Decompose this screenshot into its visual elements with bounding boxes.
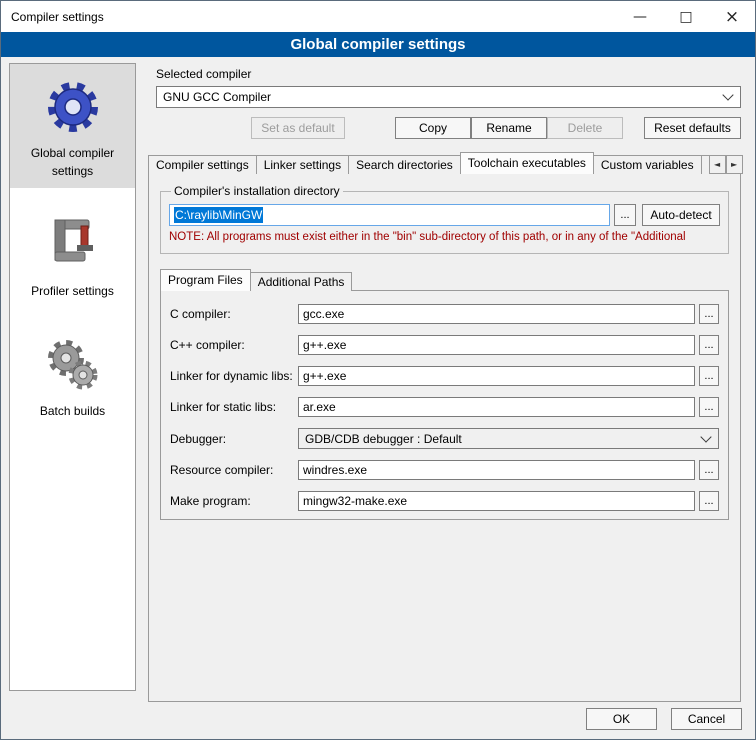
clamp-icon <box>41 212 105 276</box>
tab-scroll-left-icon[interactable]: ◄ <box>709 155 726 174</box>
dynamic-linker-label: Linker for dynamic libs: <box>170 369 298 383</box>
make-program-row: Make program: ... <box>170 491 719 511</box>
sidebar-item-profiler-settings[interactable]: Profiler settings <box>10 202 135 308</box>
static-linker-row: Linker for static libs: ... <box>170 397 719 417</box>
tab-compiler-settings[interactable]: Compiler settings <box>148 155 257 174</box>
tab-additional-paths[interactable]: Additional Paths <box>250 272 353 291</box>
rename-button[interactable]: Rename <box>471 117 547 139</box>
debugger-dropdown[interactable]: GDB/CDB debugger : Default <box>298 428 719 449</box>
program-files-panel: C compiler: ... C++ compiler: ... Linker… <box>160 290 729 520</box>
auto-detect-button[interactable]: Auto-detect <box>642 204 720 226</box>
cpp-compiler-input[interactable] <box>298 335 695 355</box>
tab-search-directories[interactable]: Search directories <box>348 155 461 174</box>
resource-compiler-row: Resource compiler: ... <box>170 460 719 480</box>
tab-scroll-right-icon[interactable]: ► <box>726 155 743 174</box>
install-dir-selected-text: C:\raylib\MinGW <box>174 207 263 223</box>
cpp-compiler-browse-button[interactable]: ... <box>699 335 719 355</box>
compiler-settings-window: Compiler settings — □ × Global compiler … <box>0 0 756 740</box>
dynamic-linker-input[interactable] <box>298 366 695 386</box>
resource-compiler-browse-button[interactable]: ... <box>699 460 719 480</box>
debugger-row: Debugger: GDB/CDB debugger : Default <box>170 428 719 449</box>
static-linker-browse-button[interactable]: ... <box>699 397 719 417</box>
delete-button[interactable]: Delete <box>547 117 623 139</box>
tab-custom-variables[interactable]: Custom variables <box>593 155 702 174</box>
static-linker-label: Linker for static libs: <box>170 400 298 414</box>
dialog-footer: OK Cancel <box>586 708 742 730</box>
toolchain-executables-panel: Compiler's installation directory C:\ray… <box>148 173 741 702</box>
resource-compiler-label: Resource compiler: <box>170 463 298 477</box>
debugger-value: GDB/CDB debugger : Default <box>305 432 698 446</box>
dynamic-linker-row: Linker for dynamic libs: ... <box>170 366 719 386</box>
make-program-browse-button[interactable]: ... <box>699 491 719 511</box>
tab-scroll-buttons: ◄ ► <box>709 155 743 174</box>
selected-compiler-label: Selected compiler <box>156 67 749 81</box>
sidebar-item-label: Global compiler settings <box>31 146 114 178</box>
dialog-body: Global compiler settings Profiler settin… <box>1 57 755 739</box>
window-title: Compiler settings <box>1 10 617 24</box>
c-compiler-input[interactable] <box>298 304 695 324</box>
reset-defaults-button[interactable]: Reset defaults <box>644 117 741 139</box>
settings-tabstrip: Compiler settings Linker settings Search… <box>148 152 741 174</box>
chevron-down-icon <box>722 89 733 100</box>
set-as-default-button[interactable]: Set as default <box>251 117 345 139</box>
debugger-label: Debugger: <box>170 432 298 446</box>
c-compiler-label: C compiler: <box>170 307 298 321</box>
maximize-icon[interactable]: □ <box>663 1 709 32</box>
resource-compiler-input[interactable] <box>298 460 695 480</box>
cpp-compiler-label: C++ compiler: <box>170 338 298 352</box>
sidebar-item-batch-builds[interactable]: Batch builds <box>10 322 135 428</box>
c-compiler-browse-button[interactable]: ... <box>699 304 719 324</box>
make-program-input[interactable] <box>298 491 695 511</box>
close-icon[interactable]: × <box>709 1 755 32</box>
compiler-actions: Set as default Copy Rename Delete Reset … <box>156 117 741 139</box>
cancel-button[interactable]: Cancel <box>671 708 742 730</box>
sidebar-item-global-compiler-settings[interactable]: Global compiler settings <box>10 64 135 188</box>
chevron-down-icon <box>700 431 711 442</box>
bin-subdirectory-note: NOTE: All programs must exist either in … <box>169 231 720 243</box>
program-files-tabstrip: Program Files Additional Paths <box>160 270 729 291</box>
selected-compiler-value: GNU GCC Compiler <box>163 90 720 104</box>
gray-gears-icon <box>41 332 105 396</box>
cpp-compiler-row: C++ compiler: ... <box>170 335 719 355</box>
installation-directory-row: C:\raylib\MinGW ... Auto-detect <box>169 204 720 226</box>
installation-directory-group: Compiler's installation directory C:\ray… <box>160 184 729 254</box>
settings-category-list: Global compiler settings Profiler settin… <box>9 63 136 691</box>
minimize-icon[interactable]: — <box>617 1 663 32</box>
ok-button[interactable]: OK <box>586 708 657 730</box>
selected-compiler-dropdown[interactable]: GNU GCC Compiler <box>156 86 741 108</box>
blue-gear-icon <box>41 74 105 138</box>
tab-toolchain-executables[interactable]: Toolchain executables <box>460 152 594 174</box>
titlebar: Compiler settings — □ × <box>1 1 755 32</box>
install-dir-input[interactable]: C:\raylib\MinGW <box>169 204 610 226</box>
static-linker-input[interactable] <box>298 397 695 417</box>
main-panel: Selected compiler GNU GCC Compiler Set a… <box>146 63 749 702</box>
sidebar-item-label: Batch builds <box>40 404 105 418</box>
copy-button[interactable]: Copy <box>395 117 471 139</box>
make-program-label: Make program: <box>170 494 298 508</box>
c-compiler-row: C compiler: ... <box>170 304 719 324</box>
dynamic-linker-browse-button[interactable]: ... <box>699 366 719 386</box>
page-title: Global compiler settings <box>1 32 755 57</box>
sidebar-item-label: Profiler settings <box>31 284 114 298</box>
tab-program-files[interactable]: Program Files <box>160 269 251 291</box>
tab-linker-settings[interactable]: Linker settings <box>256 155 349 174</box>
install-dir-browse-button[interactable]: ... <box>614 204 636 226</box>
installation-directory-label: Compiler's installation directory <box>171 184 343 198</box>
